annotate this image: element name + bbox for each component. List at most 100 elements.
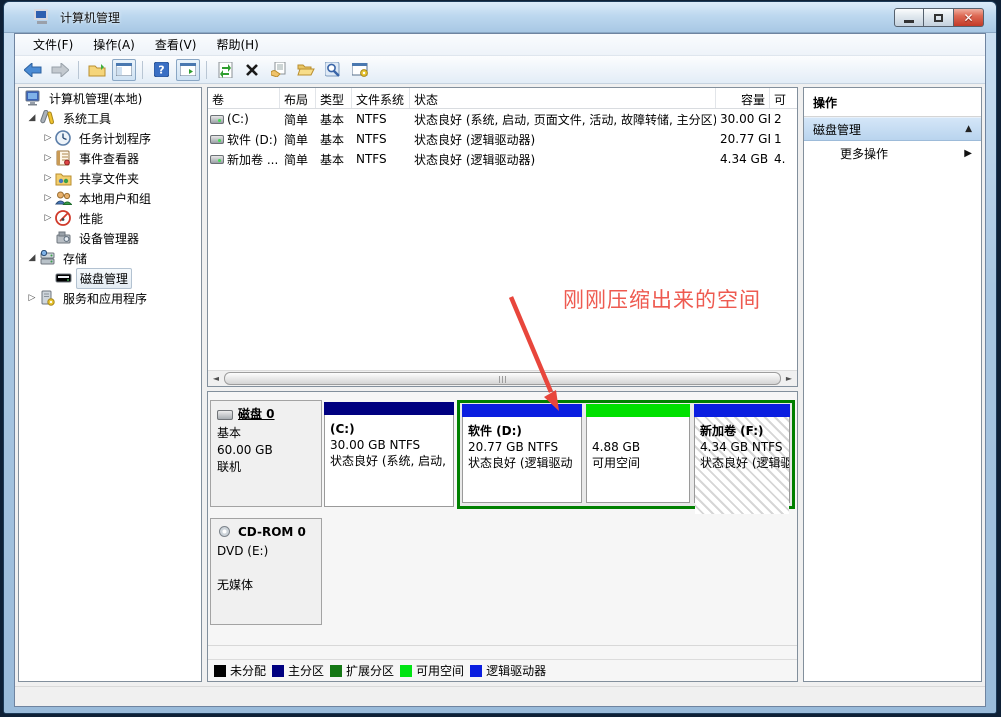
properties-button[interactable] bbox=[267, 59, 291, 81]
close-button[interactable]: ✕ bbox=[954, 8, 984, 27]
collapse-arrow-icon[interactable]: ▲ bbox=[965, 124, 972, 134]
tree-item-shared-folders[interactable]: ▷ 共享文件夹 bbox=[19, 168, 201, 188]
tree-item-disk-management[interactable]: 磁盘管理 bbox=[19, 268, 201, 288]
computer-management-window: 计算机管理 ✕ 文件(F) 操作(A) 查看(V) 帮助(H) ? bbox=[3, 1, 997, 714]
minimize-icon bbox=[904, 20, 914, 23]
collapsed-arrow-icon[interactable]: ▷ bbox=[41, 153, 55, 163]
submenu-arrow-icon: ▶ bbox=[964, 148, 972, 159]
event-log-icon bbox=[55, 150, 72, 166]
col-status[interactable]: 状态 bbox=[410, 88, 716, 108]
volume-row-c[interactable]: (C:) 简单 基本 NTFS 状态良好 (系统, 启动, 页面文件, 活动, … bbox=[208, 109, 797, 129]
partition-c[interactable]: (C:) 30.00 GB NTFS 状态良好 (系统, 启动, bbox=[324, 402, 454, 507]
volume-icon bbox=[210, 135, 224, 144]
collapsed-arrow-icon[interactable]: ▷ bbox=[41, 173, 55, 183]
col-free[interactable]: 可 bbox=[770, 88, 797, 108]
hdd-icon bbox=[217, 410, 233, 420]
tree-item-system-tools[interactable]: ◢ 系统工具 bbox=[19, 108, 201, 128]
status-bar bbox=[15, 686, 985, 706]
col-capacity[interactable]: 容量 bbox=[716, 88, 770, 108]
back-button[interactable] bbox=[21, 59, 45, 81]
settings-button[interactable] bbox=[348, 59, 372, 81]
performance-icon bbox=[55, 210, 72, 226]
disk0-row: 磁盘 0 基本 60.00 GB 联机 (C:) 30.00 GB NTFS 状… bbox=[208, 400, 797, 514]
restore-button[interactable] bbox=[924, 8, 954, 27]
disk-management-icon bbox=[55, 270, 72, 286]
legend-free-space: 可用空间 bbox=[400, 662, 464, 679]
main-content: 计算机管理(本地) ◢ 系统工具 ▷ 任务计划程序 ▷ 事件查看器 bbox=[15, 85, 985, 685]
restore-icon bbox=[934, 14, 943, 22]
disk-graphical-pane: 磁盘 0 基本 60.00 GB 联机 (C:) 30.00 GB NTFS 状… bbox=[207, 391, 798, 682]
forward-arrow-icon bbox=[51, 63, 69, 77]
tree-item-device-manager[interactable]: 设备管理器 bbox=[19, 228, 201, 248]
delete-button[interactable] bbox=[240, 59, 264, 81]
legend-primary: 主分区 bbox=[272, 662, 324, 679]
back-arrow-icon bbox=[24, 63, 42, 77]
tree-item-local-users-groups[interactable]: ▷ 本地用户和组 bbox=[19, 188, 201, 208]
free-space-bar bbox=[586, 404, 690, 417]
menu-file[interactable]: 文件(F) bbox=[23, 34, 83, 55]
expanded-arrow-icon[interactable]: ◢ bbox=[25, 253, 39, 263]
find-button[interactable] bbox=[321, 59, 345, 81]
shared-folder-icon bbox=[55, 170, 72, 186]
clock-icon bbox=[55, 130, 72, 146]
annotation-text: 刚刚压缩出来的空间 bbox=[563, 284, 761, 314]
col-type[interactable]: 类型 bbox=[316, 88, 352, 108]
tree-item-services-applications[interactable]: ▷ 服务和应用程序 bbox=[19, 288, 201, 308]
menu-help[interactable]: 帮助(H) bbox=[206, 34, 268, 55]
scroll-left-icon[interactable]: ◄ bbox=[208, 371, 224, 386]
scrollbar-thumb[interactable] bbox=[224, 372, 781, 385]
refresh-button[interactable] bbox=[213, 59, 237, 81]
minimize-button[interactable] bbox=[894, 8, 924, 27]
free-space-swatch bbox=[400, 665, 412, 677]
cdrom-info[interactable]: CD-ROM 0 DVD (E:) 无媒体 bbox=[210, 518, 322, 625]
horizontal-scrollbar[interactable]: ◄ ► bbox=[208, 370, 797, 386]
tree-item-performance[interactable]: ▷ 性能 bbox=[19, 208, 201, 228]
storage-icon bbox=[39, 250, 56, 266]
export-list-button[interactable] bbox=[85, 59, 109, 81]
extended-swatch bbox=[330, 665, 342, 677]
collapsed-arrow-icon[interactable]: ▷ bbox=[25, 293, 39, 303]
open-folder-button[interactable] bbox=[294, 59, 318, 81]
col-fs[interactable]: 文件系统 bbox=[352, 88, 410, 108]
menu-action[interactable]: 操作(A) bbox=[83, 34, 145, 55]
tree-item-event-viewer[interactable]: ▷ 事件查看器 bbox=[19, 148, 201, 168]
toolbar: ? bbox=[15, 56, 985, 84]
app-icon bbox=[34, 9, 52, 25]
actions-group-disk-management[interactable]: 磁盘管理 ▲ bbox=[804, 117, 981, 141]
device-manager-icon bbox=[55, 230, 72, 246]
free-space-region[interactable]: 4.88 GB 可用空间 bbox=[586, 404, 690, 503]
more-actions-item[interactable]: 更多操作 ▶ bbox=[804, 141, 981, 165]
tree-item-task-scheduler[interactable]: ▷ 任务计划程序 bbox=[19, 128, 201, 148]
tree-item-computer-management[interactable]: 计算机管理(本地) bbox=[19, 88, 201, 108]
computer-icon bbox=[25, 90, 42, 106]
open-folder-icon bbox=[297, 63, 315, 76]
scroll-right-icon[interactable]: ► bbox=[781, 371, 797, 386]
refresh-icon bbox=[218, 62, 233, 78]
folder-icon bbox=[88, 63, 106, 77]
expanded-arrow-icon[interactable]: ◢ bbox=[25, 113, 39, 123]
legend-logical-drive: 逻辑驱动器 bbox=[470, 662, 546, 679]
disk0-info[interactable]: 磁盘 0 基本 60.00 GB 联机 bbox=[210, 400, 322, 507]
col-volume[interactable]: 卷 bbox=[208, 88, 280, 108]
help-button[interactable]: ? bbox=[149, 59, 173, 81]
menu-view[interactable]: 查看(V) bbox=[145, 34, 207, 55]
collapsed-arrow-icon[interactable]: ▷ bbox=[41, 193, 55, 203]
volume-icon bbox=[210, 115, 224, 124]
collapsed-arrow-icon[interactable]: ▷ bbox=[41, 133, 55, 143]
tools-icon bbox=[39, 110, 56, 126]
volume-row-d[interactable]: 软件 (D:) 简单 基本 NTFS 状态良好 (逻辑驱动器) 20.77 GB… bbox=[208, 129, 797, 149]
cdrom-icon bbox=[217, 526, 233, 539]
properties-icon bbox=[271, 62, 287, 77]
col-layout[interactable]: 布局 bbox=[280, 88, 316, 108]
action-pane-toggle[interactable] bbox=[176, 59, 200, 81]
console-tree-toggle[interactable] bbox=[112, 59, 136, 81]
partition-d[interactable]: 软件 (D:) 20.77 GB NTFS 状态良好 (逻辑驱动 bbox=[462, 404, 582, 503]
title-bar[interactable]: 计算机管理 ✕ bbox=[4, 2, 996, 33]
primary-swatch bbox=[272, 665, 284, 677]
collapsed-arrow-icon[interactable]: ▷ bbox=[41, 213, 55, 223]
legend-extended: 扩展分区 bbox=[330, 662, 394, 679]
partition-f-selected[interactable]: 新加卷 (F:) 4.34 GB NTFS 状态良好 (逻辑驱 bbox=[694, 404, 790, 503]
tree-item-storage[interactable]: ◢ 存储 bbox=[19, 248, 201, 268]
volume-row-f[interactable]: 新加卷 ... 简单 基本 NTFS 状态良好 (逻辑驱动器) 4.34 GB … bbox=[208, 149, 797, 169]
forward-button[interactable] bbox=[48, 59, 72, 81]
